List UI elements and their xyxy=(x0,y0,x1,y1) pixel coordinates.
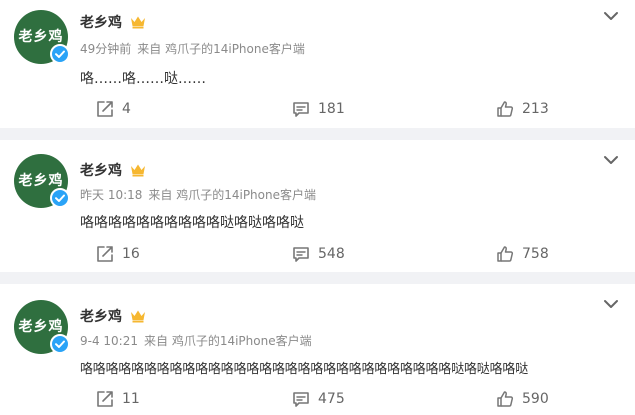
author-name[interactable]: 老乡鸡 xyxy=(80,160,146,180)
repost-icon xyxy=(97,391,113,407)
post-content: 咯……咯……哒…… xyxy=(80,71,206,87)
repost-count: 4 xyxy=(122,101,131,117)
comment-count: 548 xyxy=(318,246,345,262)
post-source: 来自 鸡爪子的14iPhone客户端 xyxy=(144,334,312,348)
verified-check-icon xyxy=(50,44,70,64)
author-name[interactable]: 老乡鸡 xyxy=(80,306,146,326)
post-content: 咯咯咯咯咯咯咯咯咯咯哒咯哒咯咯哒 xyxy=(80,215,304,231)
avatar[interactable]: 老乡鸡 xyxy=(14,154,70,208)
comment-icon xyxy=(293,102,309,117)
post-time[interactable]: 49分钟前 xyxy=(80,42,131,56)
thumbs-up-icon xyxy=(497,101,514,117)
post-meta: 49分钟前 来自 鸡爪子的14iPhone客户端 xyxy=(80,40,305,57)
avatar-text: 老乡鸡 xyxy=(18,173,64,189)
action-bar: 4 181 213 xyxy=(0,98,635,120)
like-button[interactable]: 590 xyxy=(496,388,549,410)
like-button[interactable]: 758 xyxy=(496,243,549,265)
like-count: 758 xyxy=(522,246,549,262)
action-bar: 16 548 758 xyxy=(0,243,635,265)
post-card: 老乡鸡 老乡鸡 9-4 10:21 来自 鸡爪子的14iPhone客户端 咯咯咯咯… xyxy=(0,284,635,415)
post-content: 咯咯咯咯咯咯咯咯咯咯咯咯咯咯咯咯咯咯咯咯咯咯咯咯咯咯咯咯咯哒咯哒咯咯哒 xyxy=(80,362,529,377)
comment-icon xyxy=(293,247,309,262)
comment-count: 475 xyxy=(318,391,345,407)
post-time[interactable]: 昨天 10:18 xyxy=(80,188,142,202)
chevron-down-icon[interactable] xyxy=(603,8,619,24)
crown-icon xyxy=(130,310,145,323)
author-name-text: 老乡鸡 xyxy=(80,15,122,31)
avatar-text: 老乡鸡 xyxy=(18,319,64,335)
repost-count: 16 xyxy=(122,246,140,262)
weibo-feed: 老乡鸡 老乡鸡 49分钟前 来自 鸡爪子的14iPhone客户端 咯……咯……哒…… xyxy=(0,0,635,415)
comment-icon xyxy=(293,392,309,407)
post-source: 来自 鸡爪子的14iPhone客户端 xyxy=(137,42,305,56)
repost-button[interactable]: 4 xyxy=(96,98,131,120)
author-name[interactable]: 老乡鸡 xyxy=(80,12,146,32)
comment-button[interactable]: 548 xyxy=(292,243,345,265)
avatar[interactable]: 老乡鸡 xyxy=(14,10,70,64)
like-count: 213 xyxy=(522,101,549,117)
action-bar: 11 475 590 xyxy=(0,388,635,410)
repost-button[interactable]: 11 xyxy=(96,388,140,410)
avatar[interactable]: 老乡鸡 xyxy=(14,300,70,354)
post-card: 老乡鸡 老乡鸡 49分钟前 来自 鸡爪子的14iPhone客户端 咯……咯……哒…… xyxy=(0,0,635,128)
post-card: 老乡鸡 老乡鸡 昨天 10:18 来自 鸡爪子的14iPhone客户端 咯咯咯咯咯… xyxy=(0,140,635,272)
comment-button[interactable]: 181 xyxy=(292,98,345,120)
comment-button[interactable]: 475 xyxy=(292,388,345,410)
author-name-text: 老乡鸡 xyxy=(80,163,122,179)
like-count: 590 xyxy=(522,391,549,407)
avatar-text: 老乡鸡 xyxy=(18,29,64,45)
thumbs-up-icon xyxy=(497,391,514,407)
comment-count: 181 xyxy=(318,101,345,117)
post-meta: 昨天 10:18 来自 鸡爪子的14iPhone客户端 xyxy=(80,186,316,203)
post-meta: 9-4 10:21 来自 鸡爪子的14iPhone客户端 xyxy=(80,332,312,349)
thumbs-up-icon xyxy=(497,246,514,262)
chevron-down-icon[interactable] xyxy=(603,152,619,168)
like-button[interactable]: 213 xyxy=(496,98,549,120)
repost-icon xyxy=(97,101,113,117)
repost-count: 11 xyxy=(122,391,140,407)
repost-button[interactable]: 16 xyxy=(96,243,140,265)
author-name-text: 老乡鸡 xyxy=(80,309,122,325)
verified-check-icon xyxy=(50,188,70,208)
crown-icon xyxy=(130,164,145,177)
verified-check-icon xyxy=(50,334,70,354)
repost-icon xyxy=(97,246,113,262)
post-time[interactable]: 9-4 10:21 xyxy=(80,334,138,348)
post-source: 来自 鸡爪子的14iPhone客户端 xyxy=(148,188,316,202)
crown-icon xyxy=(130,16,145,29)
chevron-down-icon[interactable] xyxy=(603,296,619,312)
